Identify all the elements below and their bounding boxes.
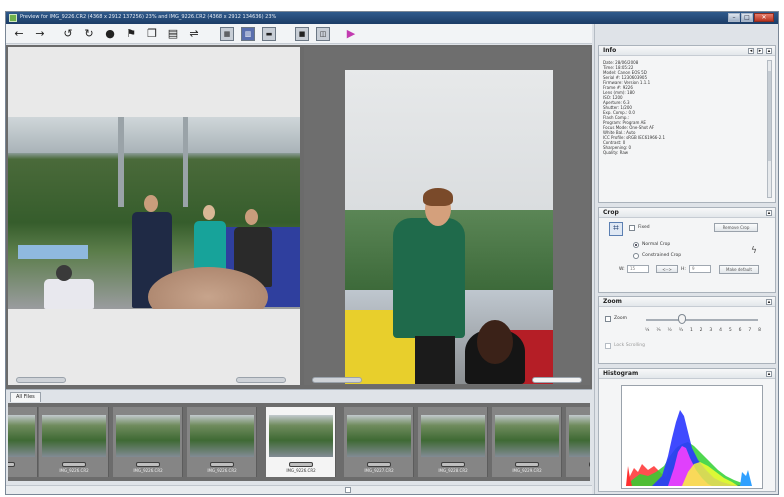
right-pane-scrollbar[interactable] — [312, 377, 362, 383]
left-preview-pane[interactable] — [8, 47, 300, 385]
color-palette-icon[interactable]: ▶ — [344, 27, 358, 41]
collapse-icon[interactable]: ▴ — [766, 210, 772, 216]
gallery-icon[interactable]: ▬ — [262, 27, 276, 41]
left-pane-scrollbar[interactable] — [16, 377, 66, 383]
filmstrip-thumbnail-selected[interactable]: IMG_9226.CR2 — [266, 407, 336, 477]
info-scrollbar[interactable] — [767, 60, 772, 198]
filmstrip-thumbnail[interactable]: IMG_9226.CR2 — [187, 407, 257, 477]
scrollbar-grip[interactable] — [345, 487, 351, 493]
right-photo — [345, 70, 553, 384]
thumbnail-image — [190, 415, 254, 457]
flag-icon[interactable]: ⚑ — [124, 27, 138, 41]
toolbar: ← → ↺ ↻ ● ⚑ ❐ ▤ ⇌ ▦ ▥ ▬ ■ ◫ ▶ — [6, 24, 592, 44]
info-line: Quality: Raw — [603, 150, 629, 155]
crop-section: Crop ▴ ⌗ Fixed Remove Crop Normal Crop C… — [598, 207, 776, 293]
lightning-icon[interactable]: ϟ — [751, 246, 757, 256]
app-window: Preview for IMG_9226.CR2 (4368 x 2912 13… — [5, 11, 779, 495]
histogram-graphic — [626, 410, 752, 486]
thumbnail-image — [421, 415, 485, 457]
dual-view-icon[interactable]: ◫ — [316, 27, 330, 41]
thumbnail-image — [8, 415, 35, 457]
rotate-right-icon[interactable]: ↻ — [82, 27, 96, 41]
crop-header[interactable]: Crop ▴ — [599, 208, 775, 218]
fixed-checkbox[interactable] — [629, 225, 635, 231]
minimize-button[interactable]: – — [728, 13, 740, 22]
normal-crop-radio[interactable] — [633, 242, 639, 248]
thumbnail-rating[interactable] — [289, 462, 313, 467]
single-view-icon[interactable]: ■ — [295, 27, 309, 41]
close-button[interactable]: ✕ — [754, 13, 774, 22]
maximize-button[interactable]: □ — [741, 13, 753, 22]
save-icon[interactable]: ▤ — [166, 27, 180, 41]
histogram-section: Histogram ▴ — [598, 368, 776, 492]
thumbnail-image — [495, 415, 559, 457]
thumbnail-rating[interactable] — [136, 462, 160, 467]
histogram-header[interactable]: Histogram ▴ — [599, 369, 775, 379]
zoom-header[interactable]: Zoom ▴ — [599, 297, 775, 307]
filmstrip-area: All Files IMG_9226.CR2 IMG_9226.CR2 IMG_… — [6, 389, 592, 494]
adjust-icon[interactable]: ⇌ — [187, 27, 201, 41]
tab-all-files[interactable]: All Files — [10, 392, 41, 402]
image-viewer — [6, 45, 592, 389]
crop-tool-icon[interactable]: ⌗ — [609, 222, 623, 236]
remove-crop-button[interactable]: Remove Crop — [714, 223, 758, 232]
title-bar: Preview for IMG_9226.CR2 (4368 x 2912 13… — [6, 12, 778, 24]
right-preview-pane[interactable] — [304, 47, 590, 385]
rotate-left-icon[interactable]: ↺ — [61, 27, 75, 41]
thumbnail-rating[interactable] — [210, 462, 234, 467]
zoom-section: Zoom ▴ Zoom ¼ ⅓ ½ ¾ 1 2 3 4 5 6 7 8 Lock… — [598, 296, 776, 364]
forward-arrow-icon[interactable]: → — [33, 27, 47, 41]
thumbnail-rating[interactable] — [441, 462, 465, 467]
next-icon[interactable]: ▸ — [757, 48, 763, 54]
crop-height-field[interactable]: 9 — [689, 265, 711, 273]
lock-scrolling-checkbox[interactable] — [605, 343, 611, 349]
info-header[interactable]: Info ◂ ▸ ▴ — [599, 46, 775, 56]
zoom-level-labels: ¼ ⅓ ½ ¾ 1 2 3 4 5 6 7 8 — [645, 328, 761, 333]
window-title: Preview for IMG_9226.CR2 (4368 x 2912 13… — [20, 14, 277, 20]
previous-icon[interactable]: ◂ — [748, 48, 754, 54]
histogram-chart — [621, 385, 763, 489]
compare-icon[interactable]: ▦ — [220, 27, 234, 41]
thumbnail-rating[interactable] — [8, 462, 15, 467]
filmstrip-thumbnail[interactable]: IMG_9226.CR2 — [113, 407, 183, 477]
zoom-slider-track[interactable] — [646, 319, 758, 321]
right-pane-scroll-thumb[interactable] — [532, 377, 582, 383]
collapse-icon[interactable]: ▴ — [766, 299, 772, 305]
filmstrip: IMG_9226.CR2 IMG_9226.CR2 IMG_9226.CR2 I… — [8, 403, 590, 481]
collapse-icon[interactable]: ▴ — [766, 48, 772, 54]
thumbnail-image — [347, 415, 411, 457]
thumbnail-image — [42, 415, 106, 457]
filmstrip-thumbnail[interactable]: IMG_9228.CR2 — [418, 407, 488, 477]
thumbnail-image — [269, 415, 333, 457]
collapse-icon[interactable]: ▴ — [766, 371, 772, 377]
thumbnail-image — [569, 415, 590, 457]
zoom-slider-thumb[interactable] — [677, 314, 686, 324]
filmstrip-thumbnail[interactable] — [566, 407, 590, 477]
thumbnail-rating[interactable] — [589, 462, 590, 467]
crop-width-field[interactable]: 15 — [627, 265, 649, 273]
filmstrip-thumbnail[interactable]: IMG_9227.CR2 — [344, 407, 414, 477]
info-icon[interactable]: ● — [103, 27, 117, 41]
copy-icon[interactable]: ❐ — [145, 27, 159, 41]
filmstrip-thumbnail[interactable] — [8, 407, 38, 477]
left-photo — [8, 117, 300, 309]
back-arrow-icon[interactable]: ← — [12, 27, 26, 41]
exif-info-list: Date: 28/06/2008 Time: 18:05:22 Model: C… — [603, 60, 763, 155]
thumbnail-rating[interactable] — [62, 462, 86, 467]
zoom-checkbox[interactable] — [605, 316, 611, 322]
constrained-crop-radio[interactable] — [633, 253, 639, 259]
split-view-icon[interactable]: ▥ — [241, 27, 255, 41]
swap-dimensions-button[interactable]: <--> — [656, 265, 678, 273]
thumbnail-image — [116, 415, 180, 457]
thumbnail-rating[interactable] — [515, 462, 539, 467]
filmstrip-thumbnail[interactable]: IMG_9226.CR2 — [39, 407, 109, 477]
side-panel: Info ◂ ▸ ▴ Date: 28/06/2008 Time: 18:05:… — [594, 24, 778, 494]
app-icon — [9, 14, 17, 22]
filmstrip-scrollbar[interactable] — [6, 485, 592, 494]
thumbnail-rating[interactable] — [367, 462, 391, 467]
make-default-button[interactable]: Make default — [719, 265, 759, 274]
info-section: Info ◂ ▸ ▴ Date: 28/06/2008 Time: 18:05:… — [598, 45, 776, 203]
left-pane-scroll-thumb[interactable] — [236, 377, 286, 383]
filmstrip-thumbnail[interactable]: IMG_9229.CR2 — [492, 407, 562, 477]
